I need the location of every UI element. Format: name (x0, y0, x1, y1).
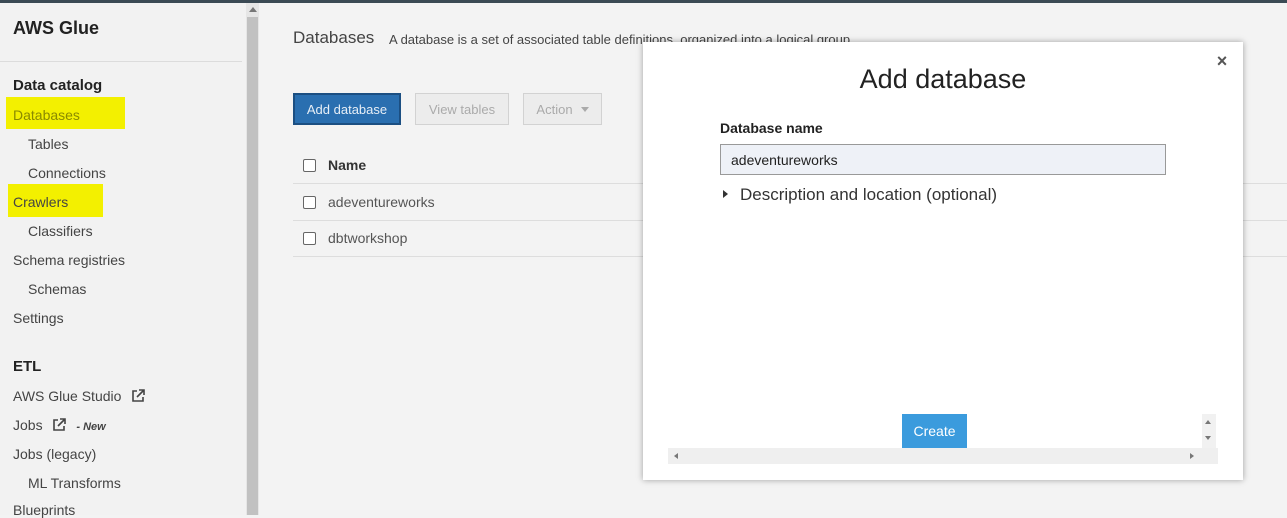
sidebar-item-schemas[interactable]: Schemas (28, 281, 86, 297)
scroll-right-icon[interactable] (1190, 453, 1194, 459)
modal-title: Add database (859, 64, 1027, 94)
caret-right-icon (723, 190, 728, 198)
action-dropdown-label: Action (536, 101, 573, 117)
sidebar-item-jobs[interactable]: Jobs - New (13, 417, 106, 435)
page-title: Databases (293, 28, 375, 47)
modal-horizontal-scrollbar[interactable] (668, 448, 1218, 464)
sidebar-divider (0, 61, 242, 62)
section-data-catalog: Data catalog (13, 77, 103, 94)
close-icon[interactable]: × (1214, 52, 1230, 70)
chevron-down-icon (580, 106, 589, 112)
scroll-down-icon[interactable] (1205, 436, 1211, 440)
sidebar-item-crawlers[interactable]: Crawlers (13, 194, 68, 210)
column-header-name[interactable]: Name (328, 157, 366, 173)
database-name-label: Database name (720, 120, 823, 136)
add-database-button[interactable]: Add database (293, 93, 401, 125)
description-location-expander[interactable]: Description and location (optional) (723, 185, 997, 205)
sidebar-item-settings[interactable]: Settings (13, 310, 64, 326)
table-cell-name[interactable]: adeventureworks (328, 194, 435, 210)
section-etl: ETL (13, 358, 42, 375)
new-badge: - New (76, 421, 106, 433)
table-cell-name[interactable]: dbtworkshop (328, 230, 407, 246)
select-all-checkbox[interactable] (303, 159, 316, 172)
scrollbar-thumb[interactable] (247, 17, 258, 515)
sidebar-item-classifiers[interactable]: Classifiers (28, 223, 93, 239)
expander-label: Description and location (optional) (740, 185, 998, 204)
sidebar-item-schema-registries[interactable]: Schema registries (13, 252, 125, 268)
sidebar-scrollbar[interactable] (246, 3, 259, 515)
sidebar-item-ml-transforms[interactable]: ML Transforms (28, 475, 121, 491)
app-title: AWS Glue (13, 18, 100, 38)
sidebar-item-tables[interactable]: Tables (28, 136, 68, 152)
sidebar-item-jobs-label: Jobs (13, 417, 43, 433)
sidebar-item-connections[interactable]: Connections (28, 165, 106, 181)
external-link-icon (131, 389, 146, 406)
sidebar-item-databases[interactable]: Databases (13, 107, 80, 123)
scroll-up-icon[interactable] (1205, 420, 1211, 424)
add-database-modal: Add database × Database name Description… (643, 42, 1243, 480)
database-name-input[interactable] (720, 144, 1166, 175)
sidebar-item-blueprints[interactable]: Blueprints (13, 502, 75, 518)
action-dropdown[interactable]: Action (523, 93, 602, 125)
modal-vertical-scrollbar[interactable] (1202, 414, 1216, 448)
sidebar-item-glue-studio[interactable]: AWS Glue Studio (13, 388, 146, 406)
scroll-up-icon[interactable] (249, 7, 257, 12)
sidebar-item-jobs-legacy[interactable]: Jobs (legacy) (13, 446, 96, 462)
scroll-left-icon[interactable] (674, 453, 678, 459)
row-checkbox[interactable] (303, 196, 316, 209)
view-tables-button[interactable]: View tables (415, 93, 509, 125)
external-link-icon (52, 418, 67, 435)
sidebar: AWS Glue Data catalog Databases Tables C… (0, 3, 246, 518)
row-checkbox[interactable] (303, 232, 316, 245)
sidebar-item-glue-studio-label: AWS Glue Studio (13, 388, 122, 404)
create-button[interactable]: Create (902, 414, 967, 448)
